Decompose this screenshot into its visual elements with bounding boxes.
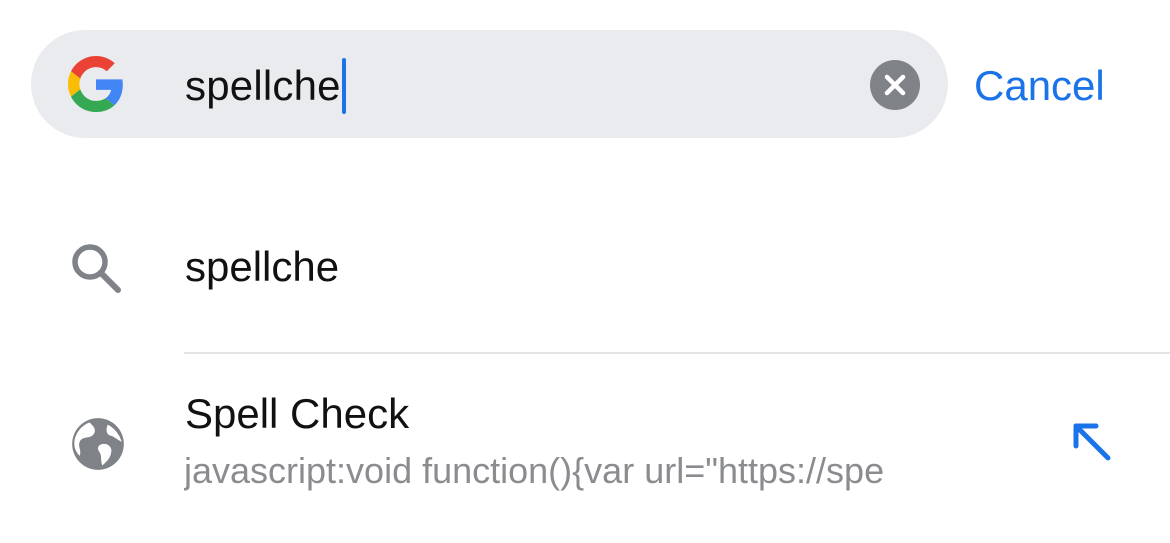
- search-icon: [72, 244, 121, 293]
- text-caret: [341, 58, 346, 114]
- clear-search-button[interactable]: [870, 60, 920, 110]
- search-input[interactable]: spellche: [185, 54, 346, 118]
- cancel-button[interactable]: Cancel: [974, 56, 1105, 116]
- close-icon: [884, 74, 906, 96]
- append-arrow-icon[interactable]: [1070, 420, 1114, 464]
- bookmark-title: Spell Check: [185, 390, 410, 437]
- bookmark-url: javascript:void function(){var url="http…: [184, 450, 885, 491]
- google-g-icon: [68, 56, 123, 112]
- omnibox-screen: spellche Cancel spellche Spell Check jav…: [0, 0, 1170, 543]
- suggestion-text: spellche: [185, 243, 340, 290]
- divider: [184, 352, 1170, 354]
- search-bar[interactable]: [31, 30, 948, 138]
- globe-icon: [72, 418, 124, 470]
- search-input-text: spellche: [185, 62, 341, 109]
